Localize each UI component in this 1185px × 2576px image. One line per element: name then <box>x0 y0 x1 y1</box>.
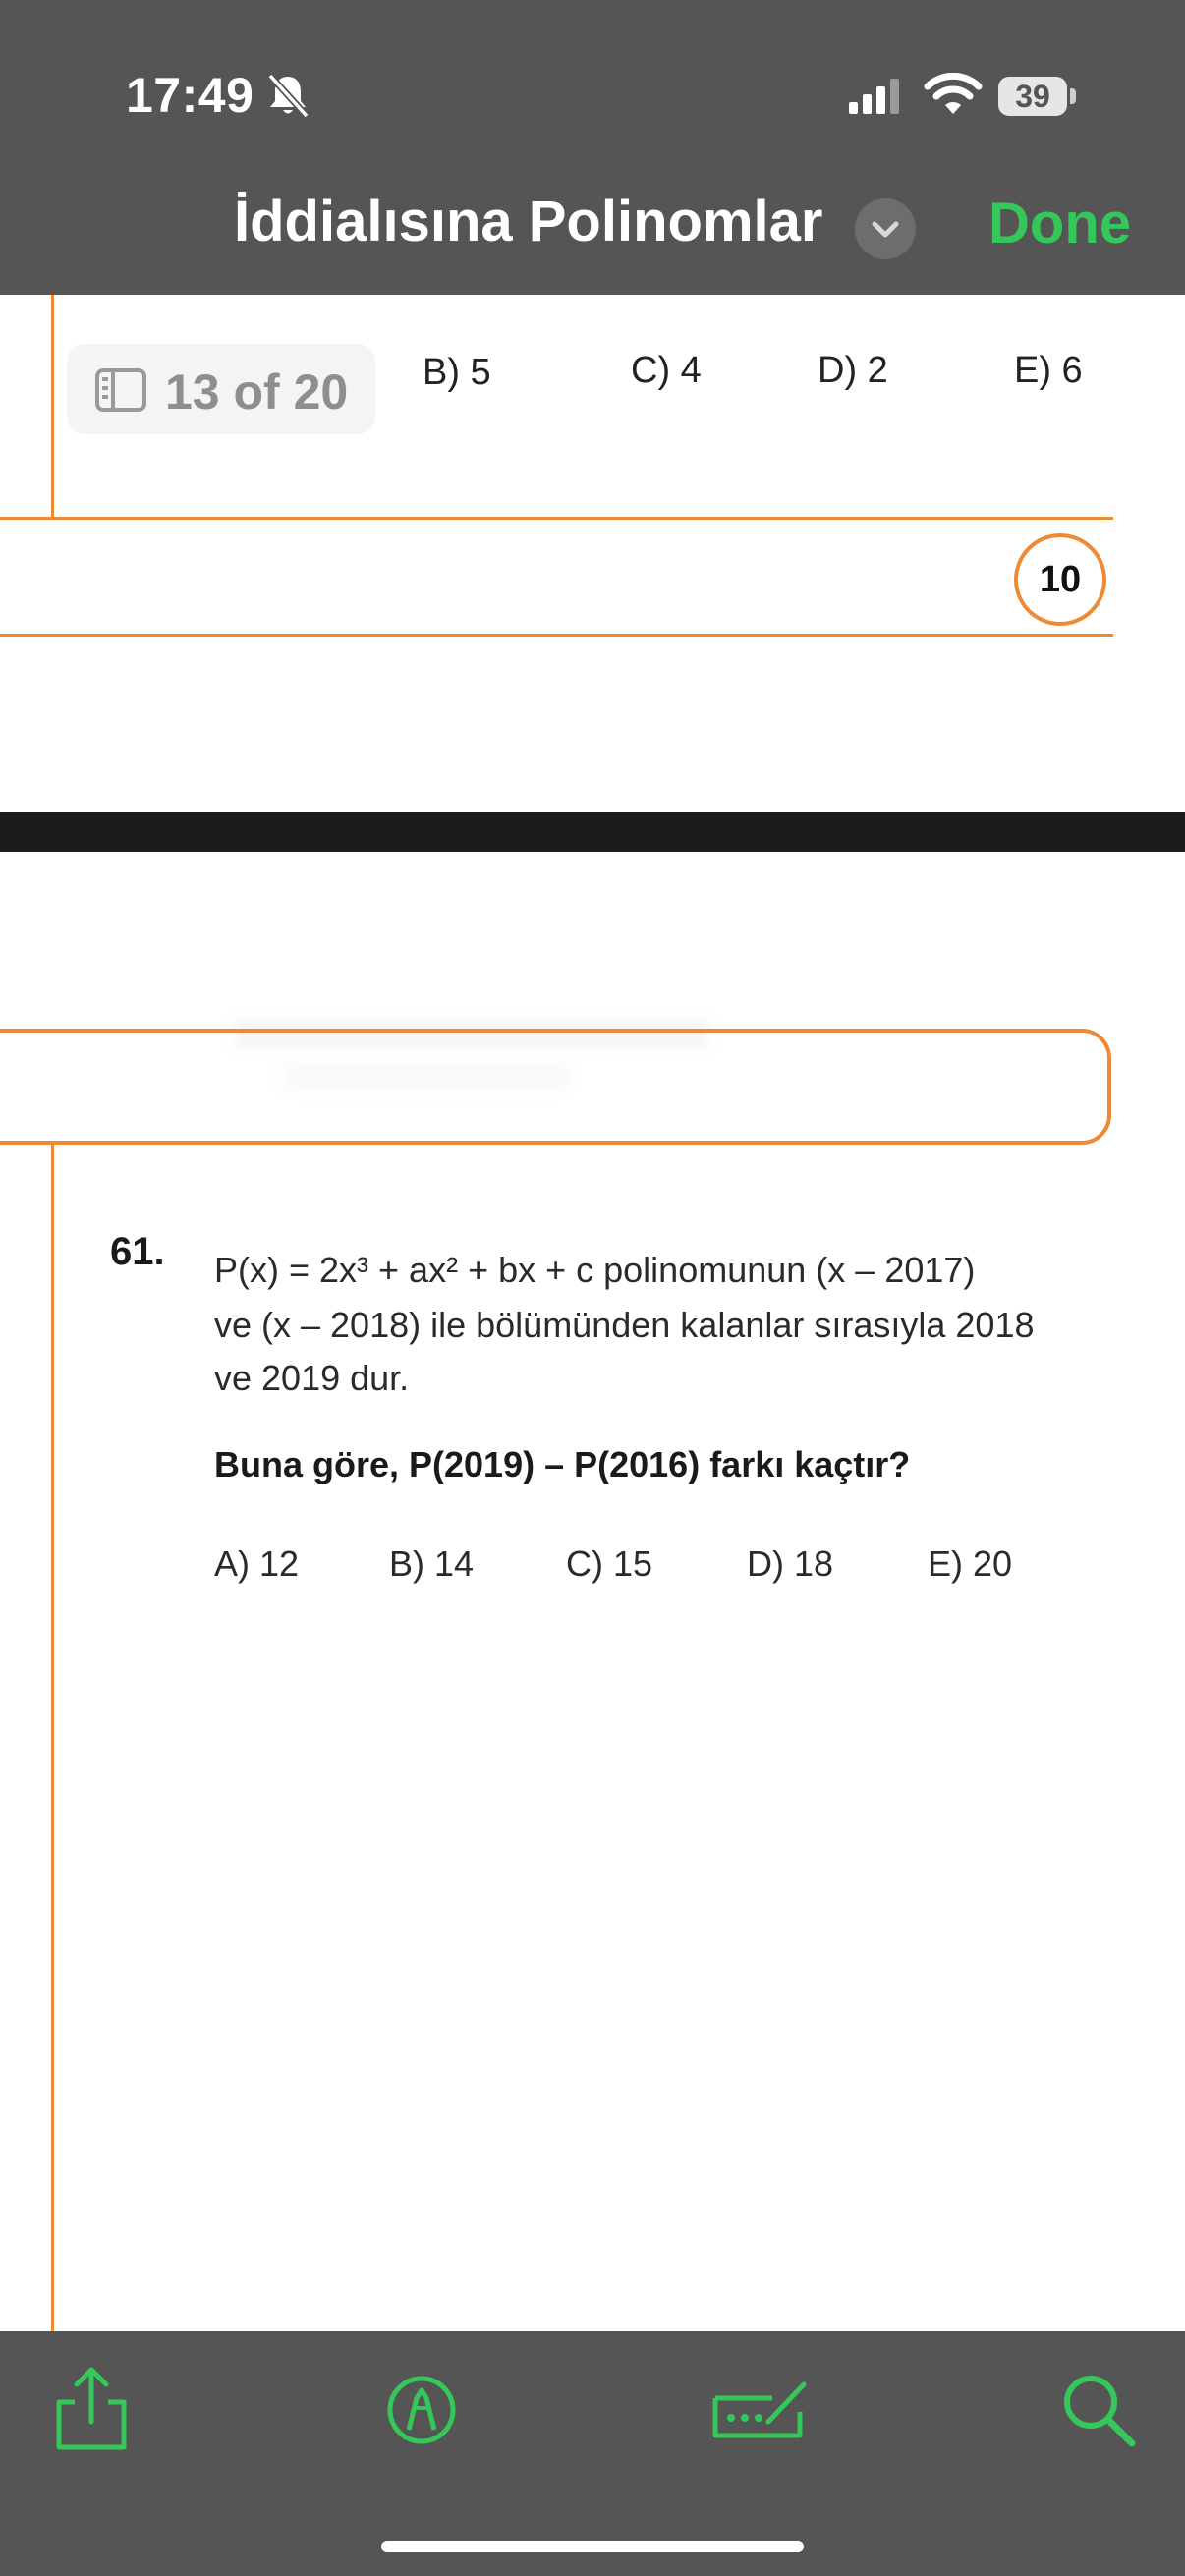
answer-option-a: A) 12 <box>214 1543 300 1584</box>
search-icon[interactable] <box>1053 2365 1142 2453</box>
previous-option-e: E) 6 <box>1014 350 1083 391</box>
battery-level: 39 <box>998 77 1067 116</box>
battery-icon: 39 <box>998 77 1077 116</box>
page-separator <box>0 812 1185 852</box>
section-header-box <box>0 1029 1111 1145</box>
cellular-signal-icon <box>849 79 899 114</box>
status-bar: 17:49 39 <box>0 0 1185 157</box>
answer-option-e: E) 20 <box>928 1543 1013 1584</box>
page-indicator-label: 13 of 20 <box>165 364 349 420</box>
page-number-badge: 10 <box>1014 533 1106 626</box>
answer-option-c: C) 15 <box>566 1543 653 1584</box>
share-icon[interactable] <box>47 2365 136 2453</box>
chevron-down-icon[interactable] <box>855 198 916 259</box>
page-footer-rule-bottom <box>0 634 1113 637</box>
signature-icon[interactable] <box>709 2365 812 2453</box>
status-time: 17:49 <box>126 68 254 123</box>
page-margin-line <box>51 295 54 518</box>
document-title[interactable]: İddialısına Polinomlar <box>234 189 822 254</box>
navigation-bar: İddialısına Polinomlar Done <box>0 157 1185 295</box>
home-indicator[interactable] <box>381 2541 804 2552</box>
page-margin-line <box>51 1145 54 2331</box>
wifi-icon <box>924 73 983 114</box>
question-prompt: Buna göre, P(2019) – P(2016) farkı kaçtı… <box>214 1444 911 1484</box>
previous-option-c: C) 4 <box>631 350 702 391</box>
done-button[interactable]: Done <box>988 191 1131 256</box>
document-page-current: 61. P(x) = 2x³ + ax² + bx + c polinomunu… <box>0 852 1185 2331</box>
answer-option-d: D) 18 <box>747 1543 834 1584</box>
sidebar-icon <box>95 368 146 412</box>
previous-option-b: B) 5 <box>423 352 491 393</box>
previous-option-d: D) 2 <box>818 350 888 391</box>
page-indicator[interactable]: 13 of 20 <box>67 344 375 434</box>
markup-icon[interactable] <box>377 2365 466 2453</box>
document-page-previous: 13 of 20 B) 5 C) 4 D) 2 E) 6 10 <box>0 295 1185 812</box>
question-text-line-2: ve (x – 2018) ile bölümünden kalanlar sı… <box>214 1305 1035 1345</box>
question-number: 61. <box>110 1230 165 1273</box>
question-text-line-3: ve 2019 dur. <box>214 1358 410 1398</box>
answer-option-b: B) 14 <box>389 1543 475 1584</box>
bell-slash-icon <box>267 73 310 119</box>
bottom-toolbar <box>0 2331 1185 2576</box>
question-text-line-1: P(x) = 2x³ + ax² + bx + c polinomunun (x… <box>214 1250 976 1290</box>
page-footer-rule-top <box>0 517 1113 520</box>
